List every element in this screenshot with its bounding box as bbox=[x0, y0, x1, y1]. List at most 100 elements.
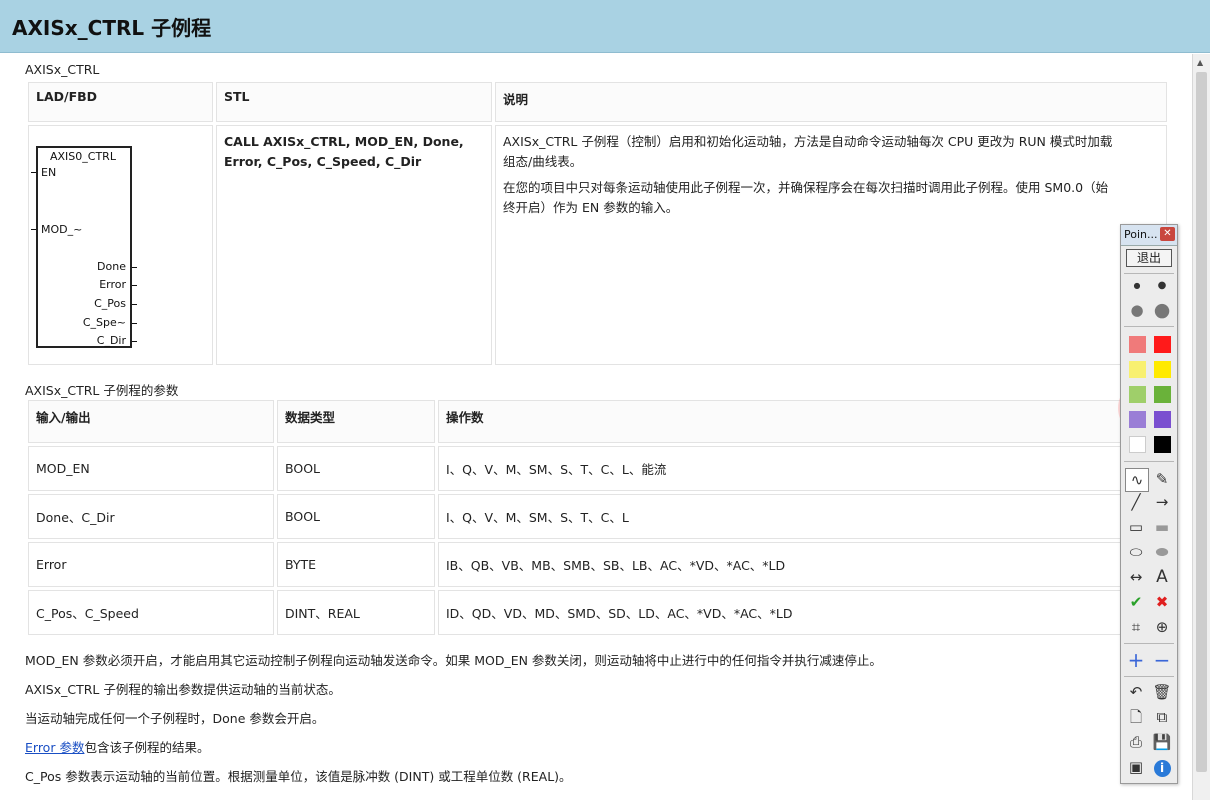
paragraph-error-text: 包含该子例程的结果。 bbox=[84, 740, 210, 755]
param-operands: I、Q、V、M、SM、S、T、C、L、能流 bbox=[438, 446, 1167, 491]
lad-pin-done bbox=[132, 267, 137, 268]
color-swatch-white[interactable] bbox=[1129, 436, 1146, 453]
pen-size-s-icon[interactable]: ● bbox=[1151, 275, 1173, 297]
zoom-out-icon[interactable]: − bbox=[1151, 649, 1173, 671]
pen-size-xs-icon[interactable]: ● bbox=[1126, 275, 1148, 297]
screenshot-icon[interactable]: ▣ bbox=[1125, 756, 1147, 778]
new-page-icon[interactable]: 🗋 bbox=[1125, 706, 1147, 728]
scroll-up-arrow-icon[interactable]: ▲ bbox=[1197, 58, 1203, 67]
palette-titlebar[interactable]: Poin... ✕ bbox=[1121, 225, 1177, 246]
double-arrow-icon[interactable]: ↔ bbox=[1125, 566, 1147, 588]
text-tool-icon[interactable]: A bbox=[1151, 566, 1173, 588]
paragraph-error: Error 参数包含该子例程的结果。 bbox=[25, 737, 209, 756]
lad-pin-en bbox=[31, 172, 36, 173]
palette-separator bbox=[1124, 461, 1174, 462]
desc-line-1: AXISx_CTRL 子例程（控制）启用和初始化运动轴，方法是自动命令运动轴每次… bbox=[503, 134, 1113, 149]
cross-mark-icon[interactable]: ✖ bbox=[1151, 591, 1173, 613]
description-cell: AXISx_CTRL 子例程（控制）启用和初始化运动轴，方法是自动命令运动轴每次… bbox=[495, 125, 1167, 365]
pen-size-l-icon[interactable]: ● bbox=[1151, 299, 1173, 321]
syntax-table: LAD/FBD STL 说明 CALL AXISx_CTRL, MOD_EN, … bbox=[25, 79, 1170, 368]
color-swatch-yellow[interactable] bbox=[1154, 361, 1171, 378]
section-label-axisx-ctrl: AXISx_CTRL bbox=[25, 62, 100, 77]
param-name: Error bbox=[28, 542, 274, 587]
paragraph-c-pos: C_Pos 参数表示运动轴的当前位置。根据测量单位，该值是脉冲数 (DINT) … bbox=[25, 769, 572, 784]
param-operands: IB、QB、VB、MB、SMB、SB、LB、AC、*VD、*AC、*LD bbox=[438, 542, 1167, 587]
color-swatch-red[interactable] bbox=[1154, 336, 1171, 353]
param-operands: ID、QD、VD、MD、SMD、SD、LD、AC、*VD、*AC、*LD bbox=[438, 590, 1167, 635]
lad-output-error: Error bbox=[99, 278, 126, 291]
paragraph-mod-en: MOD_EN 参数必须开启，才能启用其它运动控制子例程向运动轴发送命令。如果 M… bbox=[25, 653, 882, 668]
param-operands: I、Q、V、M、SM、S、T、C、L bbox=[438, 494, 1167, 539]
lad-block-name: AXIS0_CTRL bbox=[50, 150, 116, 163]
palette-separator bbox=[1124, 326, 1174, 327]
param-type: BOOL bbox=[277, 446, 435, 491]
lad-pin-mod-en bbox=[31, 229, 36, 230]
stl-cell: CALL AXISx_CTRL, MOD_EN, Done, Error, C_… bbox=[216, 125, 492, 365]
rectangle-outline-icon[interactable]: ▭ bbox=[1125, 516, 1147, 538]
header-input-output: 输入/输出 bbox=[28, 400, 274, 443]
exit-button[interactable]: 退出 bbox=[1126, 249, 1172, 267]
param-name: Done、C_Dir bbox=[28, 494, 274, 539]
lad-output-c-dir: C_Dir bbox=[96, 334, 126, 347]
zoom-in-icon[interactable]: + bbox=[1125, 649, 1147, 671]
stl-line-1: CALL AXISx_CTRL, MOD_EN, Done, bbox=[224, 134, 464, 149]
palette-separator bbox=[1124, 643, 1174, 644]
pen-size-m-icon[interactable]: ● bbox=[1126, 299, 1148, 321]
lad-input-mod-en: MOD_~ bbox=[41, 223, 83, 236]
page-title: AXISx_CTRL 子例程 bbox=[12, 16, 212, 40]
copy-icon[interactable]: ⧉ bbox=[1151, 706, 1173, 728]
vertical-scrollbar[interactable]: ▲ bbox=[1192, 54, 1210, 800]
color-swatch-light-yellow[interactable] bbox=[1129, 361, 1146, 378]
table-row: C_Pos、C_Speed DINT、REAL ID、QD、VD、MD、SMD、… bbox=[28, 590, 1167, 635]
rectangle-filled-icon[interactable]: ▬ bbox=[1151, 516, 1173, 538]
ellipse-outline-icon[interactable]: ⬭ bbox=[1125, 541, 1147, 563]
trash-icon[interactable]: 🗑 bbox=[1151, 681, 1173, 703]
page-title-bar: AXISx_CTRL 子例程 bbox=[0, 0, 1210, 53]
palette-separator bbox=[1124, 273, 1174, 274]
header-lad-fbd: LAD/FBD bbox=[28, 82, 213, 122]
param-name: C_Pos、C_Speed bbox=[28, 590, 274, 635]
color-swatch-light-red[interactable] bbox=[1129, 336, 1146, 353]
lad-pin-c-pos bbox=[132, 304, 137, 305]
lad-output-c-pos: C_Pos bbox=[94, 297, 126, 310]
palette-title: Poin... bbox=[1124, 228, 1158, 241]
undo-icon[interactable]: ↶ bbox=[1125, 681, 1147, 703]
paragraph-outputs: AXISx_CTRL 子例程的输出参数提供运动轴的当前状态。 bbox=[25, 682, 341, 697]
color-swatch-green[interactable] bbox=[1154, 386, 1171, 403]
header-data-type: 数据类型 bbox=[277, 400, 435, 443]
arrow-tool-icon[interactable]: → bbox=[1151, 491, 1173, 513]
print-icon[interactable]: ⎙ bbox=[1125, 731, 1147, 753]
param-type: BOOL bbox=[277, 494, 435, 539]
table-row: Done、C_Dir BOOL I、Q、V、M、SM、S、T、C、L bbox=[28, 494, 1167, 539]
eraser-icon[interactable]: ✎ bbox=[1151, 468, 1173, 490]
palette-close-icon[interactable]: ✕ bbox=[1160, 227, 1175, 241]
lad-output-c-speed: C_Spe~ bbox=[82, 316, 126, 329]
scroll-thumb[interactable] bbox=[1196, 72, 1207, 772]
error-parameter-link[interactable]: Error 参数 bbox=[25, 740, 84, 755]
info-icon[interactable]: i bbox=[1151, 756, 1173, 778]
zoom-region-icon[interactable]: ⊕ bbox=[1151, 616, 1173, 638]
lad-pin-c-speed bbox=[132, 323, 137, 324]
color-swatch-light-green[interactable] bbox=[1129, 386, 1146, 403]
stl-line-2: Error, C_Pos, C_Speed, C_Dir bbox=[224, 154, 422, 169]
color-swatch-purple[interactable] bbox=[1154, 411, 1171, 428]
lad-pin-c-dir bbox=[132, 341, 137, 342]
palette-separator bbox=[1124, 676, 1174, 677]
color-swatch-light-purple[interactable] bbox=[1129, 411, 1146, 428]
line-tool-icon[interactable]: ╱ bbox=[1125, 491, 1147, 513]
lad-input-en: EN bbox=[41, 166, 57, 179]
lad-output-done: Done bbox=[97, 260, 126, 273]
crop-icon[interactable]: ⌗ bbox=[1125, 616, 1147, 638]
table-row: MOD_EN BOOL I、Q、V、M、SM、S、T、C、L、能流 bbox=[28, 446, 1167, 491]
color-swatch-black[interactable] bbox=[1154, 436, 1171, 453]
header-description: 说明 bbox=[495, 82, 1167, 122]
param-type: DINT、REAL bbox=[277, 590, 435, 635]
save-icon[interactable]: 💾 bbox=[1151, 731, 1173, 753]
parameters-table: 输入/输出 数据类型 操作数 MOD_EN BOOL I、Q、V、M、SM、S、… bbox=[25, 397, 1170, 638]
help-content: AXISx_CTRL LAD/FBD STL 说明 CALL AXISx_CTR… bbox=[0, 54, 1192, 800]
freehand-pen-icon[interactable]: ∿ bbox=[1125, 468, 1149, 492]
table-row: Error BYTE IB、QB、VB、MB、SMB、SB、LB、AC、*VD、… bbox=[28, 542, 1167, 587]
ellipse-filled-icon[interactable]: ⬬ bbox=[1151, 541, 1173, 563]
check-mark-icon[interactable]: ✔ bbox=[1125, 591, 1147, 613]
paragraph-done: 当运动轴完成任何一个子例程时，Done 参数会开启。 bbox=[25, 711, 325, 726]
